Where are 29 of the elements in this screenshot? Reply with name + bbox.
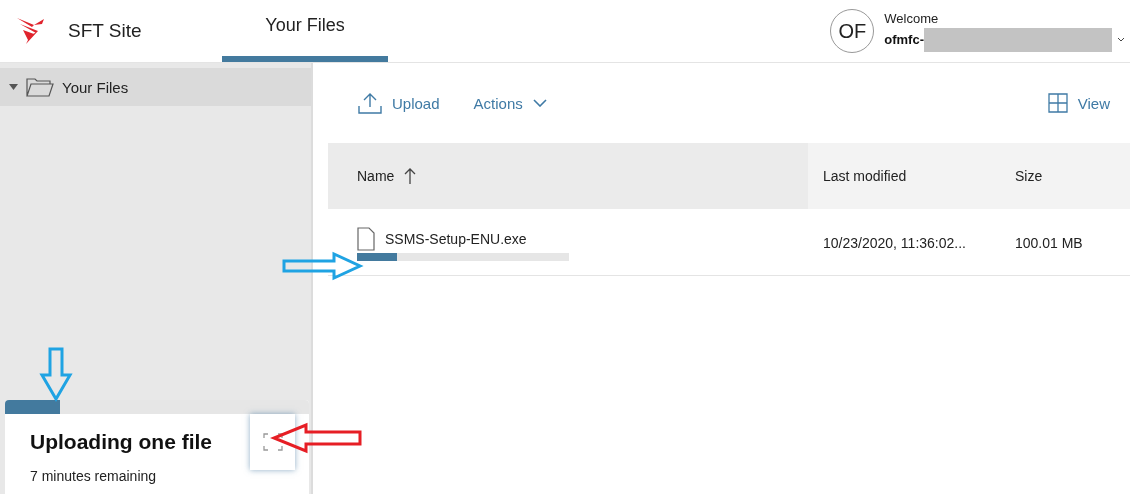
welcome-text: Welcome — [884, 10, 940, 26]
file-name[interactable]: SSMS-Setup-ENU.exe — [385, 231, 527, 247]
upload-status: 7 minutes remaining — [30, 468, 158, 484]
table-cell-text: 10/23/2020, 11:36:02... — [822, 234, 967, 253]
column-header[interactable]: Last modified — [808, 143, 1000, 209]
tree-item[interactable]: Your Files — [0, 68, 311, 106]
chevron-down-icon — [532, 99, 547, 107]
sort-up-icon — [404, 167, 417, 185]
grid-icon — [1047, 93, 1068, 113]
expand-button[interactable] — [250, 414, 295, 470]
site-name: SFT Site — [68, 20, 142, 42]
annotation-arrow-icon — [272, 423, 362, 453]
file-icon — [357, 227, 375, 251]
table-cell-text: 100.01 MB — [1014, 234, 1084, 253]
upload-title: Uploading one file — [30, 430, 212, 454]
folder-icon — [26, 77, 54, 97]
actions-menu-button[interactable]: Actions — [473, 94, 547, 112]
annotation-arrow-icon — [40, 347, 72, 401]
upload-icon — [358, 92, 382, 114]
column-header[interactable]: Size — [1000, 143, 1130, 209]
tree-item-label: Your Files — [62, 78, 129, 96]
chevron-down-icon[interactable] — [1116, 35, 1126, 44]
expand-caret-icon[interactable] — [9, 83, 18, 91]
view-button[interactable]: View — [1047, 93, 1110, 113]
upload-button[interactable]: Upload — [358, 92, 440, 114]
column-header[interactable]: Name — [328, 143, 808, 209]
user-name: ofmfc- — [884, 32, 924, 47]
expand-icon — [262, 433, 283, 451]
annotation-arrow-icon — [282, 252, 362, 280]
